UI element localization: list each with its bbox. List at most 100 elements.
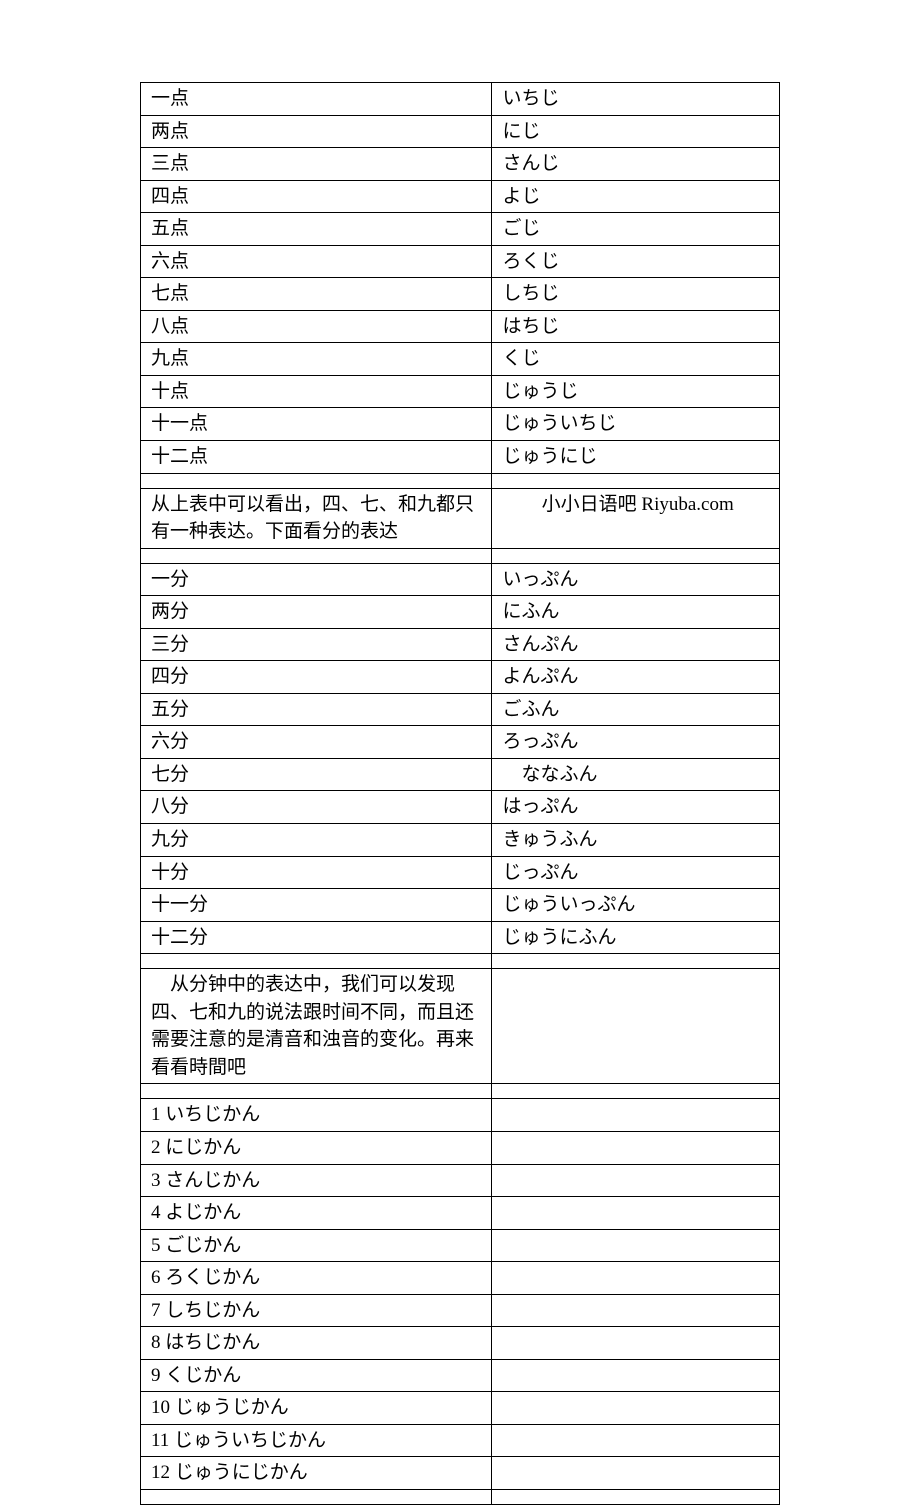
hour-cn: 七点 [141,278,492,311]
hour-cn: 十一点 [141,408,492,441]
table-row: 5 ごじかん [141,1229,780,1262]
duration: 12 じゅうにじかん [141,1457,492,1490]
minute-cn: 两分 [141,596,492,629]
note-row: 从分钟中的表达中，我们可以发现四、七和九的说法跟时间不同，而且还需要注意的是清音… [141,969,780,1084]
hour-jp: じゅういちじ [492,408,780,441]
table-row: 2 にじかん [141,1131,780,1164]
minute-jp: じゅうにふん [492,921,780,954]
note1-right: 小小日语吧 Riyuba.com [492,488,780,548]
minute-cn: 一分 [141,563,492,596]
minute-cn: 九分 [141,824,492,857]
table-row: 十一分じゅういっぷん [141,889,780,922]
minute-jp: きゅうふん [492,824,780,857]
table-row: 八点はちじ [141,310,780,343]
minute-cn: 八分 [141,791,492,824]
hour-cn: 十点 [141,375,492,408]
hour-cn: 两点 [141,115,492,148]
hour-jp: ごじ [492,213,780,246]
minute-jp: ななふん [492,758,780,791]
minute-jp: さんぷん [492,628,780,661]
hour-cn: 五点 [141,213,492,246]
table-row: 6 ろくじかん [141,1262,780,1295]
minute-cn: 十二分 [141,921,492,954]
table-row: 十分じっぷん [141,856,780,889]
hour-jp: じゅうじ [492,375,780,408]
table-row: 一分いっぷん [141,563,780,596]
table-row: 一点いちじ [141,83,780,116]
page: 一点いちじ 两点にじ 三点さんじ 四点よじ 五点ごじ 六点ろくじ 七点しちじ 八… [0,0,920,1302]
table-row: 五分ごふん [141,693,780,726]
minute-cn: 十分 [141,856,492,889]
table-row: 六分ろっぷん [141,726,780,759]
table-row: 四点よじ [141,180,780,213]
hour-cn: 一点 [141,83,492,116]
duration: 6 ろくじかん [141,1262,492,1295]
table-row: 11 じゅういちじかん [141,1424,780,1457]
table-row: 七点しちじ [141,278,780,311]
minute-jp: じゅういっぷん [492,889,780,922]
table-row: 两分にふん [141,596,780,629]
empty-row [141,1489,780,1504]
table-row: 4 よじかん [141,1197,780,1230]
hour-cn: 三点 [141,148,492,181]
empty-row [141,548,780,563]
hour-jp: しちじ [492,278,780,311]
table-row: 两点にじ [141,115,780,148]
minute-jp: はっぷん [492,791,780,824]
table-row: 十点じゅうじ [141,375,780,408]
minute-cn: 四分 [141,661,492,694]
duration: 8 はちじかん [141,1327,492,1360]
minute-jp: にふん [492,596,780,629]
duration: 1 いちじかん [141,1099,492,1132]
hour-jp: よじ [492,180,780,213]
duration: 11 じゅういちじかん [141,1424,492,1457]
table-row: 九点くじ [141,343,780,376]
note2: 从分钟中的表达中，我们可以发现四、七和九的说法跟时间不同，而且还需要注意的是清音… [141,969,492,1084]
minute-jp: いっぷん [492,563,780,596]
table-row: 3 さんじかん [141,1164,780,1197]
hour-cn: 九点 [141,343,492,376]
minute-cn: 五分 [141,693,492,726]
minute-jp: ろっぷん [492,726,780,759]
table-row: 十二点じゅうにじ [141,441,780,474]
duration: 7 しちじかん [141,1294,492,1327]
hour-jp: くじ [492,343,780,376]
table-row: 三分さんぷん [141,628,780,661]
time-table: 一点いちじ 两点にじ 三点さんじ 四点よじ 五点ごじ 六点ろくじ 七点しちじ 八… [140,82,780,1505]
duration: 3 さんじかん [141,1164,492,1197]
empty-row [141,954,780,969]
hour-jp: はちじ [492,310,780,343]
hour-jp: さんじ [492,148,780,181]
note-row: 从上表中可以看出，四、七、和九都只有一种表达。下面看分的表达 小小日语吧 Riy… [141,488,780,548]
hour-jp: じゅうにじ [492,441,780,474]
minute-cn: 三分 [141,628,492,661]
hour-cn: 四点 [141,180,492,213]
note1-left: 从上表中可以看出，四、七、和九都只有一种表达。下面看分的表达 [141,488,492,548]
minute-cn: 七分 [141,758,492,791]
duration: 5 ごじかん [141,1229,492,1262]
empty-row [141,1084,780,1099]
table-row: 五点ごじ [141,213,780,246]
table-row: 八分はっぷん [141,791,780,824]
minute-jp: ごふん [492,693,780,726]
table-row: 十二分じゅうにふん [141,921,780,954]
minute-jp: よんぷん [492,661,780,694]
minute-cn: 十一分 [141,889,492,922]
table-row: 三点さんじ [141,148,780,181]
hour-jp: にじ [492,115,780,148]
table-row: 8 はちじかん [141,1327,780,1360]
table-row: 7 しちじかん [141,1294,780,1327]
table-row: 六点ろくじ [141,245,780,278]
table-row: 12 じゅうにじかん [141,1457,780,1490]
hour-jp: いちじ [492,83,780,116]
table-row: 十一点じゅういちじ [141,408,780,441]
table-row: 1 いちじかん [141,1099,780,1132]
duration: 9 くじかん [141,1359,492,1392]
hour-cn: 六点 [141,245,492,278]
table-row: 10 じゅうじかん [141,1392,780,1425]
empty-row [141,473,780,488]
duration: 10 じゅうじかん [141,1392,492,1425]
table-row: 9 くじかん [141,1359,780,1392]
minute-cn: 六分 [141,726,492,759]
hour-cn: 十二点 [141,441,492,474]
